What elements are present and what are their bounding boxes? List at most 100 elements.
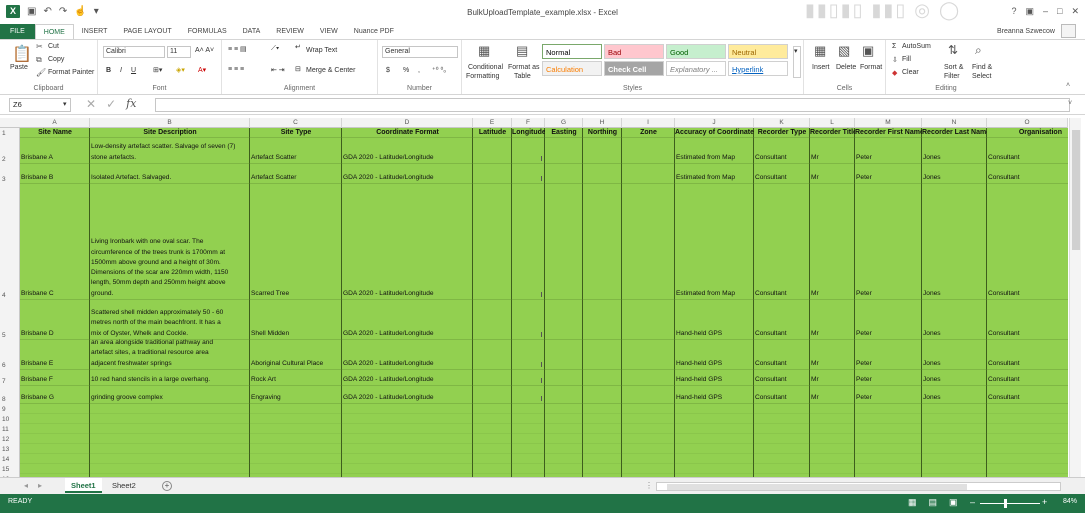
cell-title[interactable]: Mr [810,359,855,369]
formula-input[interactable] [155,98,1070,112]
header-cell-site-description[interactable]: Site Description [90,128,250,138]
tab-view[interactable]: VIEW [312,24,346,39]
cell-coord[interactable]: GDA 2020 - Latitude/Longitude [342,289,473,299]
cell-site-description-line[interactable]: Living Ironbark with one oval scar. The [90,237,250,247]
percent-button[interactable]: % [403,67,409,74]
merge-center-icon[interactable]: ⊟ [295,65,301,73]
orientation-icon[interactable]: ⟋▾ [271,45,279,53]
cut-button[interactable]: Cut [48,43,59,50]
merge-center-button[interactable]: Merge & Center [306,67,355,74]
cell-name[interactable]: Brisbane B [20,173,90,183]
cell-area[interactable]: Site Name Site Description Site Type Coordi… [20,128,1068,477]
format-painter-icon[interactable]: 🖌 [36,68,46,77]
cell-org[interactable]: Consultant [987,375,1068,385]
tab-home[interactable]: HOME [34,24,74,39]
column-header-l[interactable]: L [810,118,855,128]
cell-style-bad[interactable]: Bad [604,44,664,59]
header-cell-recorder-title[interactable]: Recorder Title [810,128,855,138]
format-button[interactable]: Format [860,64,882,71]
zoom-slider-handle[interactable] [1004,499,1007,508]
cell-name[interactable]: Brisbane C [20,289,90,299]
underline-button[interactable]: U [131,67,136,74]
next-sheet-icon[interactable]: ▸ [38,481,42,490]
delete-button[interactable]: Delete [836,64,856,71]
cell-site-description-line[interactable]: grinding groove complex [90,393,250,403]
header-cell-easting[interactable]: Easting [545,128,583,138]
cell-site-description-line[interactable]: stone artefacts. [90,153,250,163]
cell-last[interactable]: Jones [922,289,987,299]
column-header-g[interactable]: G [545,118,583,128]
page-layout-view-icon[interactable]: ▤ [929,497,938,508]
cell-coord[interactable]: GDA 2020 - Latitude/Longitude [342,393,473,403]
header-cell-zone[interactable]: Zone [622,128,675,138]
cell-site-description-line[interactable]: artefact sites, a traditional resource a… [90,348,250,358]
header-cell-organisation[interactable]: Organisation [987,128,1068,138]
cell-type[interactable]: Artefact Scatter [250,173,342,183]
sort-filter-button-2[interactable]: Filter [944,73,960,80]
cell-first[interactable]: Peter [855,393,922,403]
row-header-6[interactable]: 6 [0,340,20,370]
zoom-slider[interactable] [980,503,1040,504]
row-header-14[interactable]: 14 [0,454,20,464]
header-cell-recorder-type[interactable]: Recorder Type [754,128,810,138]
collapse-ribbon-icon[interactable]: ˄ [1066,82,1070,89]
cell-style-neutral[interactable]: Neutral [728,44,788,59]
cell-style-normal[interactable]: Normal [542,44,602,59]
cell-org[interactable]: Consultant [987,329,1068,339]
styles-more-icon[interactable]: ▾ [793,46,801,78]
autosum-button[interactable]: AutoSum [902,43,931,50]
zoom-in-button[interactable]: + [1042,497,1047,507]
wrap-text-icon[interactable]: ↵ [295,43,301,51]
clear-button[interactable]: Clear [902,69,919,76]
paste-icon[interactable]: 📋 [12,44,32,64]
restore-button[interactable]: □ [1057,6,1062,17]
enter-icon[interactable]: ✓ [106,97,116,111]
cell-type[interactable]: Engraving [250,393,342,403]
cell-coord[interactable]: GDA 2020 - Latitude/Longitude [342,375,473,385]
header-cell-northing[interactable]: Northing [583,128,622,138]
number-format-select[interactable]: General [382,46,458,58]
autosum-icon[interactable]: Σ [892,43,896,50]
cell-site-description-line[interactable]: 10 red hand stencils in a large overhang… [90,375,250,385]
column-header-j[interactable]: J [675,118,754,128]
cell-accuracy[interactable]: Hand-held GPS [675,359,754,369]
cell-title[interactable]: Mr [810,393,855,403]
column-header-k[interactable]: K [754,118,810,128]
column-header-f[interactable]: F [512,118,545,128]
row-header-11[interactable]: 11 [0,424,20,434]
cell-site-description-line[interactable]: length, 50mm depth and 250mm height abov… [90,278,250,288]
cell-rtype[interactable]: Consultant [754,393,810,403]
paste-button[interactable]: Paste [10,64,28,71]
header-cell-recorder-first-name[interactable]: Recorder First Name [855,128,922,138]
cell-rtype[interactable]: Consultant [754,173,810,183]
cell-type[interactable]: Artefact Scatter [250,153,342,163]
help-button[interactable]: ? [1011,6,1016,17]
avatar[interactable] [1061,24,1076,38]
cell-coord[interactable]: GDA 2020 - Latitude/Longitude [342,153,473,163]
cell-name[interactable]: Brisbane E [20,359,90,369]
cell-rtype[interactable]: Consultant [754,153,810,163]
cell-site-description-line[interactable]: adjacent freshwater springs [90,359,250,369]
header-cell-recorder-last-name[interactable]: Recorder Last Name [922,128,987,138]
column-header-m[interactable]: M [855,118,922,128]
cell-first[interactable]: Peter [855,329,922,339]
column-header-n[interactable]: N [922,118,987,128]
conditional-formatting-button-2[interactable]: Formatting [466,73,499,80]
minimize-button[interactable]: – [1043,6,1048,17]
horizontal-scroll-thumb[interactable] [667,484,967,490]
insert-cells-icon[interactable]: ▦ [814,43,826,59]
column-header-b[interactable]: B [90,118,250,128]
cell-org[interactable]: Consultant [987,289,1068,299]
cell-site-description-line[interactable]: ground. [90,289,250,299]
vertical-align-icons[interactable]: ≡ ≡ ▤ [228,45,247,53]
column-header-e[interactable]: E [473,118,512,128]
header-cell-site-type[interactable]: Site Type [250,128,342,138]
column-header-a[interactable]: A [20,118,90,128]
vertical-scrollbar[interactable] [1069,118,1081,477]
expand-formula-bar-icon[interactable]: ˅ [1068,100,1072,107]
format-as-table-button[interactable]: Format as [508,64,540,71]
indent-icons[interactable]: ⇤ ⇥ [271,66,285,74]
cell-last[interactable]: Jones [922,375,987,385]
cell-rtype[interactable]: Consultant [754,359,810,369]
horizontal-scrollbar[interactable] [656,482,1061,491]
